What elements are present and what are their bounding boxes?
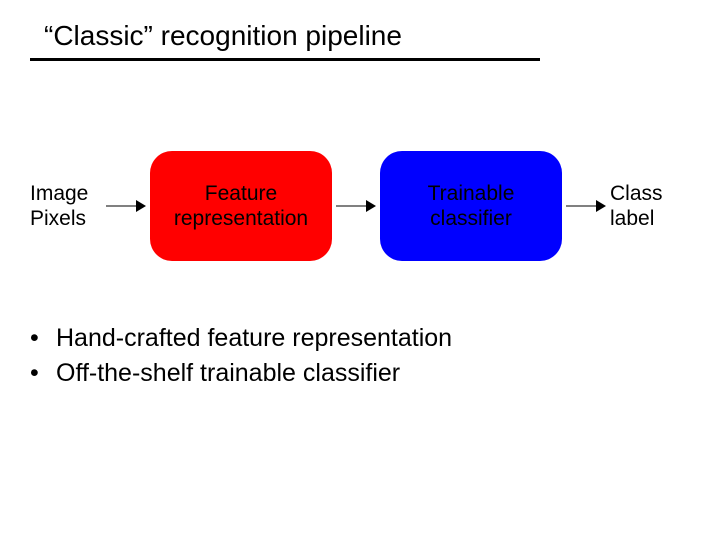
bullet-item: • Off-the-shelf trainable classifier [30,356,690,391]
arrow-icon [566,197,606,215]
pipeline-output-line2: label [610,207,654,230]
bullet-dot-icon: • [30,356,56,391]
stage-feature-line1: Feature [205,182,277,205]
bullet-text: Off-the-shelf trainable classifier [56,356,400,391]
pipeline-input-line1: Image [30,182,88,205]
stage-classifier-line2: classifier [430,207,512,230]
stage-classifier-line1: Trainable [428,182,515,205]
bullet-text: Hand-crafted feature representation [56,321,452,356]
pipeline-stage-classifier: Trainable classifier [380,151,562,261]
pipeline-output-line1: Class [610,182,663,205]
pipeline-input: Image Pixels [30,181,102,231]
arrow-icon [336,197,376,215]
pipeline-output: Class label [610,181,680,231]
bullet-list: • Hand-crafted feature representation • … [30,321,690,391]
bullet-dot-icon: • [30,321,56,356]
pipeline-row: Image Pixels Feature representation Trai… [30,151,690,261]
bullet-item: • Hand-crafted feature representation [30,321,690,356]
stage-feature-line2: representation [174,207,308,230]
pipeline-input-line2: Pixels [30,207,86,230]
arrow-icon [106,197,146,215]
slide-title: “Classic” recognition pipeline [30,20,540,61]
pipeline-stage-feature: Feature representation [150,151,332,261]
